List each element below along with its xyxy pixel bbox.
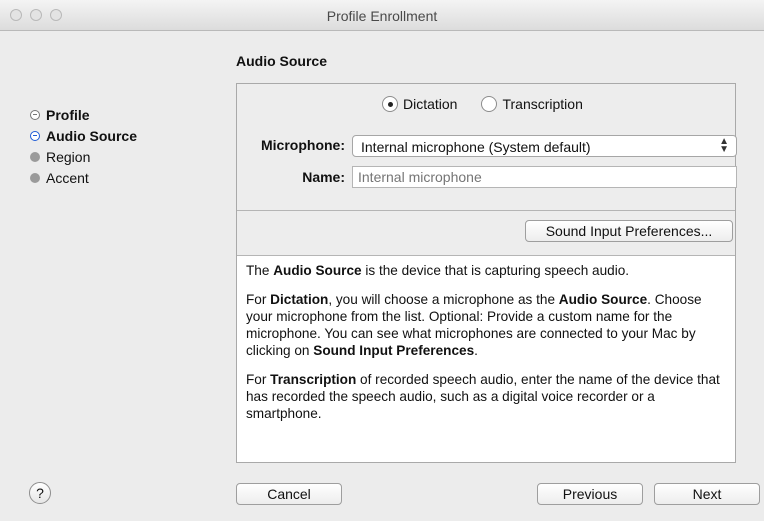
step-label: Profile [46,106,90,123]
radio-unselected-icon [481,96,498,112]
title-bar: Profile Enrollment [0,0,764,31]
window-title: Profile Enrollment [326,8,438,24]
radio-label: Transcription [502,96,583,112]
help-button[interactable]: ? [29,482,51,504]
sound-input-preferences-button[interactable]: Sound Input Preferences... [525,220,733,242]
step-label: Audio Source [46,127,138,144]
profile-enrollment-window: Profile Enrollment Profile Audio Source … [0,0,764,521]
name-label: Name: [302,169,345,185]
radio-selected-icon [382,96,398,112]
sound-prefs-row: Sound Input Preferences... [237,211,735,256]
transcription-radio[interactable]: Transcription [481,96,583,112]
step-label: Accent [46,169,89,186]
step-accent: Accent [30,167,137,188]
mode-radio-group: Dictation Transcription [382,96,583,112]
cancel-button[interactable]: Cancel [236,483,342,505]
step-current-icon [30,130,40,141]
name-field[interactable] [352,166,737,188]
step-audio-source: Audio Source [30,125,137,146]
steps-sidebar: Profile Audio Source Region Accent [30,104,137,188]
help-paragraph: For Transcription of recorded speech aud… [246,372,720,421]
microphone-select[interactable]: Internal microphone (System default) ▲ ▼ [352,135,737,157]
microphone-value: Internal microphone (System default) [361,139,591,155]
help-paragraph: The Audio Source is the device that is c… [246,263,630,278]
radio-label: Dictation [403,96,458,112]
step-profile: Profile [30,104,137,125]
section-title: Audio Source [236,53,328,69]
step-label: Region [46,148,91,165]
step-region: Region [30,146,137,167]
help-paragraph: For Dictation, you will choose a microph… [246,292,702,358]
step-pending-icon [30,151,40,162]
step-pending-icon [30,172,40,183]
microphone-label: Microphone: [261,137,345,153]
help-text: The Audio Source is the device that is c… [237,256,735,462]
next-button[interactable]: Next [654,483,760,505]
select-arrows-icon: ▲ ▼ [719,136,729,155]
dictation-radio[interactable]: Dictation [382,96,457,112]
audio-source-panel: Dictation Transcription Microphone: Inte… [236,83,737,463]
audio-source-settings: Dictation Transcription Microphone: Inte… [237,84,737,211]
step-done-icon [30,109,40,120]
previous-button[interactable]: Previous [537,483,643,505]
